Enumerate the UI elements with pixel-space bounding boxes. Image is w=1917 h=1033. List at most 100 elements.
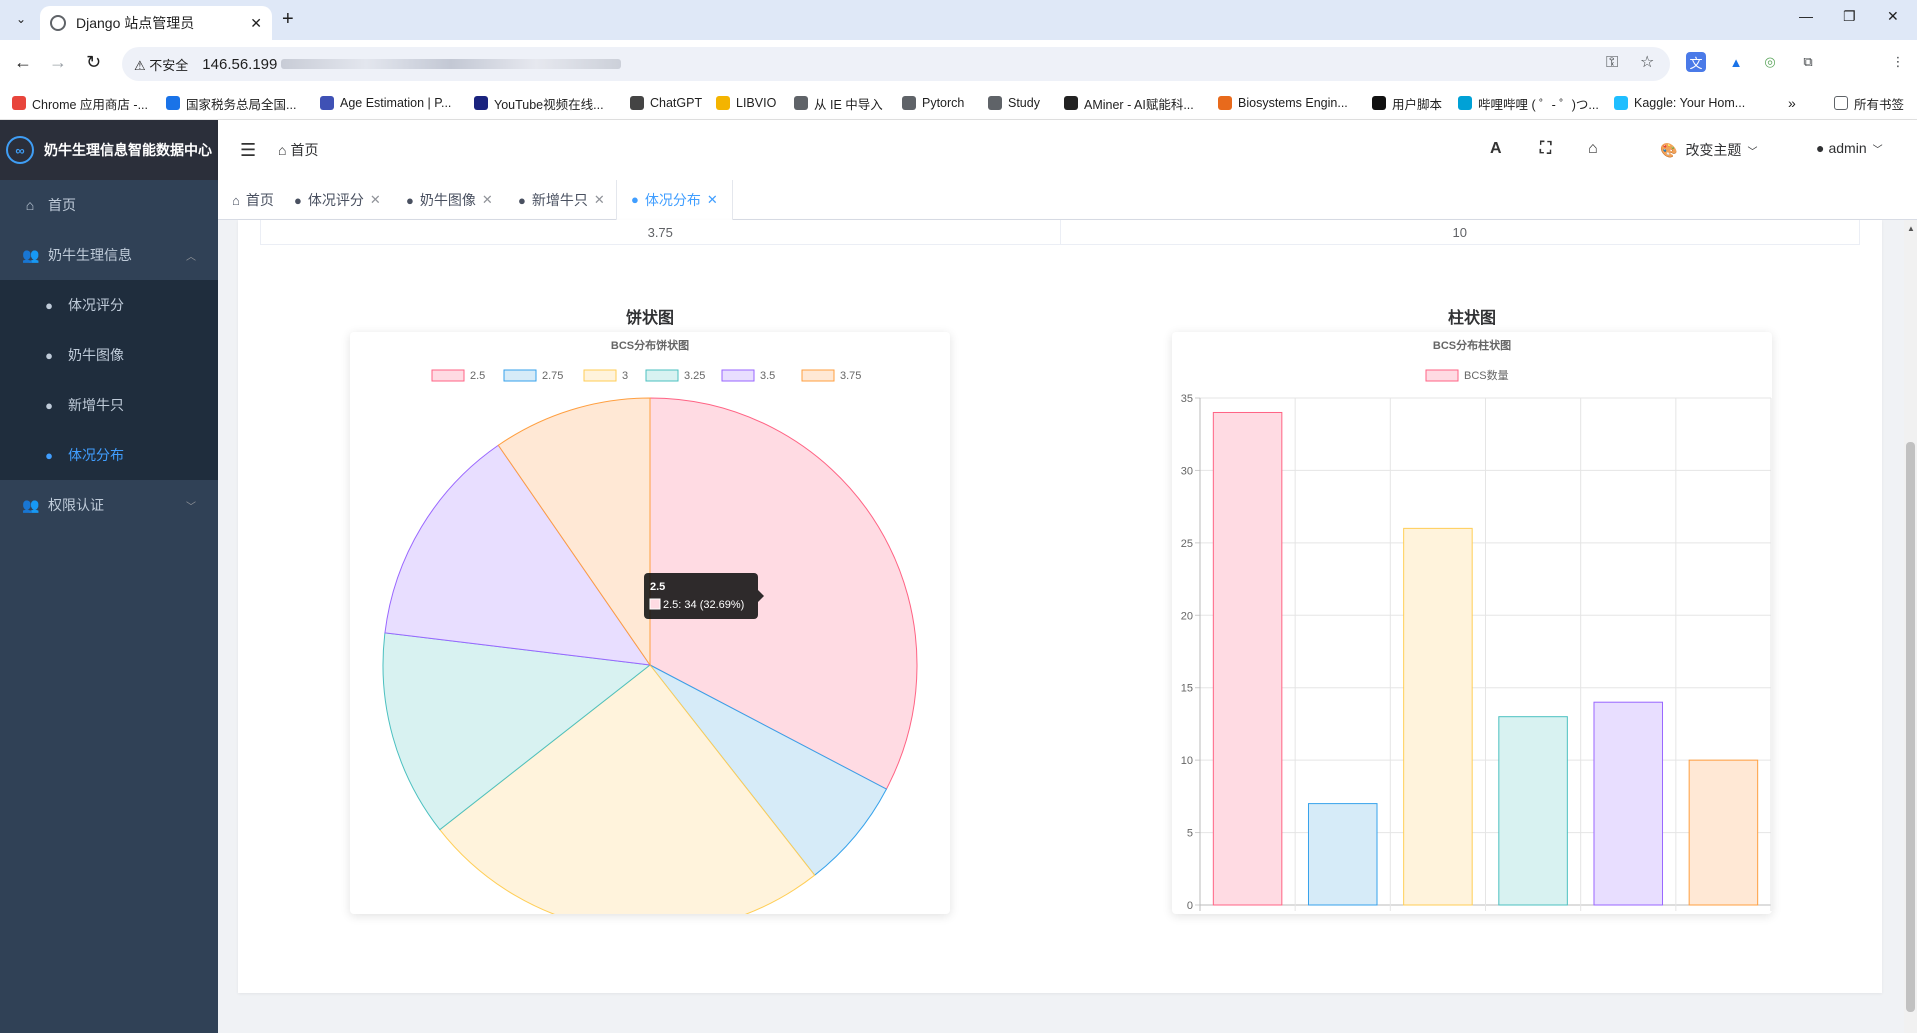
bar-chart-title: BCS分布柱状图	[1433, 338, 1511, 352]
tab-search-button[interactable]: ⌄	[10, 8, 32, 30]
security-label: 不安全	[149, 57, 189, 73]
pie-tooltip: 2.5 2.5: 34 (32.69%)	[644, 573, 764, 619]
sidebar-item-new-cow[interactable]: ● 新增牛只	[0, 380, 218, 430]
sidebar-item-body-score[interactable]: ● 体况评分	[0, 280, 218, 330]
bookmark-item[interactable]: LIBVIO	[716, 86, 776, 120]
bookmark-item[interactable]: Age Estimation | P...	[320, 86, 451, 120]
table-cell: 3.75	[647, 224, 673, 240]
user-group-icon: 👥	[22, 496, 40, 513]
top-navbar: ☰ ⌂ 首页 A ⛶ ⌂ 🎨 改变主题 ﹀ ● admin ﹀	[218, 120, 1917, 180]
close-tag-icon[interactable]: ✕	[594, 192, 605, 208]
sidebar-group-auth[interactable]: 👥 权限认证 ﹀	[0, 480, 218, 530]
more-bookmarks-icon[interactable]: »	[1788, 86, 1796, 120]
pie-legend-swatch[interactable]	[583, 369, 617, 382]
bookmark-star-icon[interactable]: ☆	[1640, 52, 1654, 72]
bar[interactable]	[1403, 527, 1473, 906]
bookmark-item[interactable]: Biosystems Engin...	[1218, 86, 1348, 120]
pie-legend-label[interactable]: 3.25	[684, 370, 705, 382]
home-icon[interactable]: ⌂	[1588, 140, 1598, 158]
bookmark-item[interactable]: AMiner - AI赋能科...	[1064, 86, 1194, 120]
bookmark-label: 从 IE 中导入	[814, 97, 883, 112]
sidebar-item-body-distribution[interactable]: ● 体况分布	[0, 430, 218, 480]
bar[interactable]	[1212, 411, 1283, 906]
bookmark-favicon-icon	[902, 96, 916, 110]
sidebar-item-cow-images[interactable]: ● 奶牛图像	[0, 330, 218, 380]
pie-legend-label[interactable]: 3.75	[840, 370, 861, 382]
bar[interactable]	[1688, 759, 1759, 906]
extensions-puzzle-icon[interactable]: ⧉	[1798, 52, 1818, 72]
user-icon: ●	[406, 192, 414, 208]
key-icon[interactable]: ⚿	[1606, 54, 1618, 72]
sidebar-item-label: 体况评分	[68, 297, 124, 313]
sidebar-group-cow-info[interactable]: 👥 奶牛生理信息 ︿	[0, 230, 218, 280]
close-tag-icon[interactable]: ✕	[370, 192, 381, 208]
forward-button[interactable]: →	[49, 52, 67, 73]
translate-extension-icon[interactable]: 文	[1686, 52, 1706, 72]
bookmark-item[interactable]: 从 IE 中导入	[794, 86, 883, 120]
brand[interactable]: ∞ 奶牛生理信息智能数据中心	[0, 120, 218, 180]
bar-legend-label[interactable]: BCS数量	[1464, 369, 1509, 382]
page-scrollbar[interactable]: ▲	[1904, 220, 1917, 1033]
all-bookmarks[interactable]: 所有书签	[1834, 86, 1904, 120]
new-tab-button[interactable]: +	[282, 8, 294, 31]
bookmark-item[interactable]: Study	[988, 86, 1040, 120]
bar[interactable]	[1307, 803, 1378, 906]
bookmark-item[interactable]: 哔哩哔哩 ( ゜- ゜)つ...	[1458, 86, 1599, 120]
restore-button[interactable]: ❐	[1843, 8, 1856, 25]
bookmark-item[interactable]: YouTube视频在线...	[474, 86, 604, 120]
scrollbar-thumb[interactable]	[1906, 442, 1915, 1012]
bookmark-item[interactable]: Chrome 应用商店 -...	[12, 86, 148, 120]
bar-legend-swatch[interactable]	[1425, 369, 1459, 382]
scroll-up-icon[interactable]: ▲	[1907, 224, 1915, 233]
bookmark-item[interactable]: ChatGPT	[630, 86, 702, 120]
reload-button[interactable]: ↻	[86, 52, 101, 73]
username: admin	[1828, 140, 1867, 156]
hamburger-icon[interactable]: ☰	[240, 140, 256, 161]
minimize-button[interactable]: —	[1799, 8, 1813, 24]
browser-tab[interactable]: Django 站点管理员 ✕	[40, 6, 272, 40]
bookmark-item[interactable]: 用户脚本	[1372, 86, 1442, 120]
font-size-icon[interactable]: A	[1490, 140, 1502, 158]
pie-legend-swatch[interactable]	[721, 369, 755, 382]
pie-legend-label[interactable]: 3.5	[760, 370, 775, 382]
pie-legend-swatch[interactable]	[503, 369, 537, 382]
tag-4[interactable]: ● 体况分布 ✕	[616, 180, 733, 221]
fullscreen-icon[interactable]: ⛶	[1540, 140, 1551, 158]
extension-icon[interactable]: ◎	[1760, 52, 1780, 72]
y-tick-label: 0	[1187, 900, 1193, 912]
bookmark-label: LIBVIO	[736, 96, 777, 110]
pie-legend-label[interactable]: 2.5	[470, 370, 485, 382]
security-indicator: ⚠ 不安全	[134, 57, 189, 73]
close-tab-icon[interactable]: ✕	[250, 15, 262, 32]
bar-section-title: 柱状图	[1447, 310, 1496, 327]
pie-legend-label[interactable]: 2.75	[542, 370, 563, 382]
bookmark-item[interactable]: Kaggle: Your Hom...	[1614, 86, 1745, 120]
close-window-button[interactable]: ✕	[1887, 8, 1899, 25]
browser-menu-icon[interactable]: ⋮	[1888, 52, 1908, 72]
user-dropdown[interactable]: ● admin ﹀	[1816, 140, 1883, 156]
theme-dropdown[interactable]: 🎨 改变主题 ﹀	[1660, 140, 1757, 160]
scholar-extension-icon[interactable]: ▲	[1726, 52, 1746, 72]
address-bar[interactable]: ⚠ 不安全 146.56.199	[122, 47, 1670, 81]
tag-2[interactable]: ● 奶牛图像 ✕	[392, 180, 507, 220]
pie-legend-swatch[interactable]	[431, 369, 465, 382]
close-tag-icon[interactable]: ✕	[482, 192, 493, 208]
pie-legend-label[interactable]: 3	[622, 370, 628, 382]
tag-3[interactable]: ● 新增牛只 ✕	[504, 180, 619, 220]
back-button[interactable]: ←	[14, 52, 32, 73]
pie-chart[interactable]: BCS分布饼状图 2.5 2.75 3 3.25 3.5 3.75 2.5 2.5: 34 (3…	[350, 332, 950, 914]
close-tag-icon[interactable]: ✕	[707, 192, 718, 208]
home-icon: ⌂	[232, 192, 240, 208]
pie-legend-swatch[interactable]	[645, 369, 679, 382]
pie-legend-swatch[interactable]	[801, 369, 835, 382]
bar[interactable]	[1498, 716, 1568, 906]
bar-chart[interactable]: BCS分布柱状图BCS数量051015202530352.52.7533.253…	[1172, 332, 1772, 914]
breadcrumb[interactable]: ⌂ 首页	[278, 140, 318, 160]
bookmark-label: Kaggle: Your Hom...	[1634, 96, 1746, 110]
bookmark-item[interactable]: 国家税务总局全国...	[166, 86, 296, 120]
tag-0[interactable]: ⌂ 首页	[218, 180, 288, 220]
tag-1[interactable]: ● 体况评分 ✕	[280, 180, 395, 220]
sidebar-item-home[interactable]: ⌂ 首页	[0, 180, 218, 230]
bar[interactable]	[1593, 701, 1664, 906]
bookmark-item[interactable]: Pytorch	[902, 86, 964, 120]
